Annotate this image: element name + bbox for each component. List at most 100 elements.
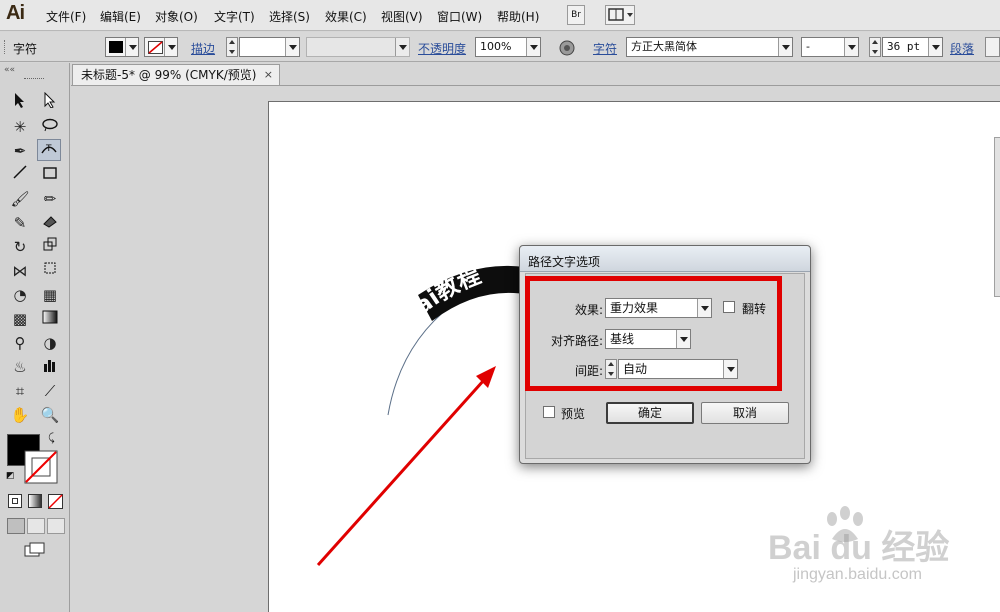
control-bar: 字符 描边 不透明度 100% 字符 方正大黑简体 - 36 pt 段落 — [0, 32, 1000, 62]
document-tab-title: 未标题-5* @ 99% (CMYK/预览) — [81, 68, 257, 82]
paragraph-label[interactable]: 段落 — [950, 40, 974, 57]
scale-tool-icon[interactable] — [38, 236, 62, 258]
rotate-tool-icon[interactable]: ↻ — [8, 236, 32, 258]
effect-select[interactable]: 重力效果 — [605, 298, 712, 318]
close-document-icon[interactable]: × — [264, 65, 273, 85]
font-size-stepper[interactable] — [869, 37, 881, 57]
flip-checkbox[interactable] — [723, 301, 735, 313]
align-to-path-label: 对齐路径: — [550, 334, 603, 348]
recolor-artwork-icon[interactable] — [559, 40, 575, 56]
magic-wand-tool-icon[interactable]: ✳ — [8, 116, 32, 138]
hand-tool-icon[interactable]: ✋ — [8, 404, 32, 426]
menu-bar: Ai 文件(F) 编辑(E) 对象(O) 文字(T) 选择(S) 效果(C) 视… — [0, 0, 1000, 31]
menu-type[interactable]: 文字(T) — [214, 8, 255, 25]
collapse-panel-icon[interactable]: «« — [4, 65, 15, 75]
column-graph-tool-icon[interactable] — [38, 356, 62, 378]
menu-window[interactable]: 窗口(W) — [437, 8, 482, 25]
type-on-path-tool-icon[interactable]: T — [37, 139, 61, 161]
stroke-weight-stepper[interactable] — [226, 37, 238, 57]
align-left-icon[interactable] — [985, 37, 1000, 57]
font-family-field[interactable]: 方正大黑简体 — [626, 37, 793, 57]
document-tab[interactable]: 未标题-5* @ 99% (CMYK/预览) × — [72, 64, 280, 85]
menu-edit[interactable]: 编辑(E) — [100, 8, 141, 25]
dialog-titlebar[interactable]: 路径文字选项 — [520, 246, 810, 272]
paintbrush-tool-icon[interactable]: 🖌 — [8, 188, 32, 210]
fill-swatch-dropdown[interactable] — [105, 37, 139, 57]
blob-brush-tool-icon[interactable]: ✎ — [8, 212, 32, 234]
draw-behind-icon[interactable] — [27, 518, 45, 534]
menu-file[interactable]: 文件(F) — [46, 8, 86, 25]
effect-label: 效果: — [574, 303, 603, 317]
spacing-stepper[interactable] — [605, 359, 617, 379]
none-mode-icon[interactable] — [48, 494, 63, 509]
pencil-tool-icon[interactable]: ✏ — [38, 188, 62, 210]
eraser-tool-icon[interactable] — [38, 212, 62, 234]
flip-label: 翻转 — [742, 302, 767, 316]
menu-object[interactable]: 对象(O) — [155, 8, 198, 25]
panel-label: 字符 — [13, 42, 38, 56]
cancel-button[interactable]: 取消 — [701, 402, 789, 424]
watermark-brand: Bai du 经验 — [768, 529, 950, 567]
opacity-field[interactable]: 100% — [475, 37, 541, 57]
selection-tool-icon[interactable] — [8, 92, 32, 114]
lasso-tool-icon[interactable] — [38, 116, 62, 138]
gradient-mode-icon[interactable] — [28, 494, 42, 508]
ok-button[interactable]: 确定 — [606, 402, 694, 424]
stroke-label[interactable]: 描边 — [191, 40, 215, 57]
free-transform-tool-icon[interactable] — [38, 260, 62, 282]
slice-tool-icon[interactable]: ⟋ — [38, 380, 62, 402]
variable-width-profile[interactable] — [306, 37, 410, 57]
mesh-tool-icon[interactable]: ▩ — [8, 308, 32, 330]
default-fill-stroke-icon[interactable]: ◩ — [6, 471, 15, 481]
menu-effect[interactable]: 效果(C) — [325, 8, 367, 25]
panel-grip-icon — [24, 78, 44, 80]
stroke-weight-field[interactable] — [239, 37, 300, 57]
no-stroke-icon — [148, 41, 163, 54]
shape-builder-tool-icon[interactable]: ◔ — [8, 284, 32, 306]
font-style-field[interactable]: - — [801, 37, 859, 57]
annotation-arrow — [316, 366, 496, 567]
blend-tool-icon[interactable]: ◑ — [38, 332, 62, 354]
artboard-tool-icon[interactable]: ⌗ — [8, 380, 32, 402]
grip-icon[interactable] — [4, 40, 7, 54]
font-size-field[interactable]: 36 pt — [882, 37, 943, 57]
font-style-value: - — [806, 40, 810, 53]
pen-tool-icon[interactable]: ✒ — [8, 140, 32, 162]
rectangle-tool-icon[interactable] — [38, 164, 62, 186]
eyedropper-tool-icon[interactable]: ⚲ — [8, 332, 32, 354]
preview-checkbox[interactable] — [543, 406, 555, 418]
direct-selection-tool-icon[interactable] — [38, 91, 62, 114]
gradient-tool-icon[interactable] — [38, 308, 62, 330]
chevron-down-icon — [697, 299, 711, 317]
width-tool-icon[interactable]: ⋈ — [8, 260, 32, 282]
spacing-value: 自动 — [623, 362, 648, 376]
bridge-button[interactable]: Br — [567, 5, 585, 25]
spacing-select[interactable]: 自动 — [618, 359, 738, 379]
align-to-path-value: 基线 — [610, 332, 635, 346]
character-label[interactable]: 字符 — [593, 40, 617, 57]
align-to-path-select[interactable]: 基线 — [605, 329, 691, 349]
tools-panel: «« ✳ ✒ T 🖌 ✏ ✎ ↻ ⋈ ◔ ▦ ▩ ⚲ ◑ ♨ ⌗ ⟋ ✋ 🔍 ⤹… — [0, 63, 70, 612]
menu-select[interactable]: 选择(S) — [269, 8, 310, 25]
stroke-none-box[interactable] — [24, 450, 58, 484]
menu-help[interactable]: 帮助(H) — [497, 8, 539, 25]
stroke-swatch-dropdown[interactable] — [144, 37, 178, 57]
line-segment-tool-icon[interactable] — [8, 164, 32, 186]
font-size-value: 36 pt — [887, 40, 921, 53]
right-panel-edge — [994, 137, 1000, 297]
spacing-label: 间距: — [574, 364, 603, 378]
zoom-tool-icon[interactable]: 🔍 — [38, 404, 62, 426]
svg-text:T: T — [45, 144, 52, 154]
opacity-value: 100% — [480, 40, 512, 53]
fill-color-swatch — [109, 41, 123, 53]
color-mode-icon[interactable] — [8, 494, 22, 508]
symbol-sprayer-tool-icon[interactable]: ♨ — [8, 356, 32, 378]
opacity-label[interactable]: 不透明度 — [418, 40, 466, 57]
draw-normal-icon[interactable] — [7, 518, 25, 534]
change-screen-mode-icon[interactable] — [24, 542, 46, 558]
perspective-grid-tool-icon[interactable]: ▦ — [38, 284, 62, 306]
menu-view[interactable]: 视图(V) — [381, 8, 423, 25]
arrange-documents-icon[interactable] — [605, 5, 635, 25]
swap-fill-stroke-icon[interactable]: ⤹ — [48, 431, 55, 445]
draw-inside-icon[interactable] — [47, 518, 65, 534]
